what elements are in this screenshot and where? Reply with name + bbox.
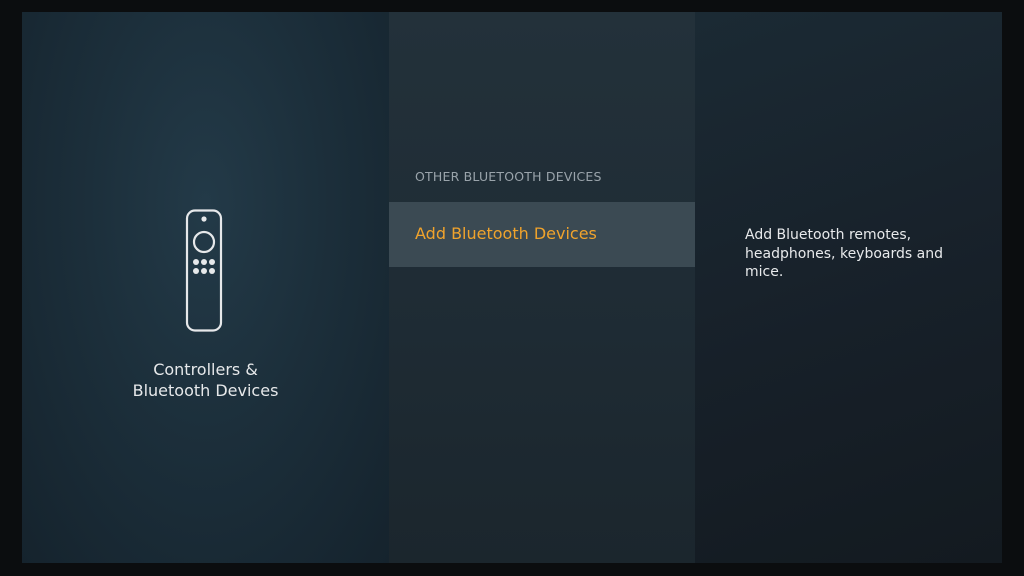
options-panel: OTHER BLUETOOTH DEVICES Add Bluetooth De…: [389, 12, 695, 563]
add-bluetooth-devices-item[interactable]: Add Bluetooth Devices: [389, 202, 695, 267]
section-header: OTHER BLUETOOTH DEVICES: [415, 169, 602, 184]
category-title: Controllers & Bluetooth Devices: [132, 360, 279, 400]
settings-screen: Controllers & Bluetooth Devices OTHER BL…: [22, 12, 1002, 563]
category-panel: Controllers & Bluetooth Devices: [22, 12, 389, 563]
item-description: Add Bluetooth remotes, headphones, keybo…: [745, 227, 943, 280]
description-panel: Add Bluetooth remotes, headphones, keybo…: [695, 12, 1002, 563]
fire-tv-remote-icon: [185, 209, 223, 332]
menu-item-label: Add Bluetooth Devices: [415, 224, 597, 243]
